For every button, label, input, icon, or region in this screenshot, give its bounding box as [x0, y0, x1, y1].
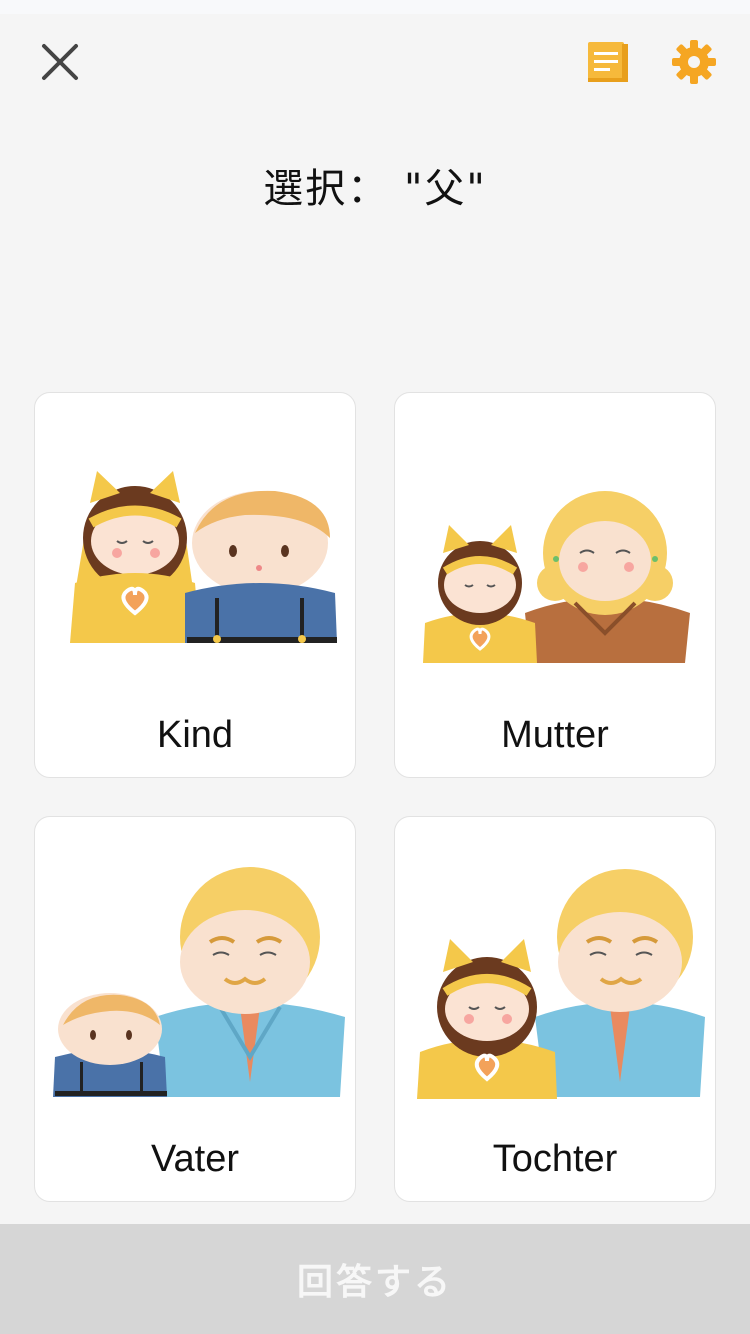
girl-and-father-illustration: [417, 869, 705, 1099]
answer-button[interactable]: 回答する: [0, 1224, 750, 1334]
gear-icon: [672, 40, 716, 84]
close-button[interactable]: [34, 36, 86, 88]
option-card-tochter[interactable]: Tochter: [394, 816, 716, 1202]
option-card-mutter[interactable]: Mutter: [394, 392, 716, 778]
status-bar: [0, 0, 750, 14]
option-card-vater[interactable]: Vater: [34, 816, 356, 1202]
child-and-boy-illustration: [70, 471, 337, 643]
settings-button[interactable]: [668, 36, 720, 88]
option-label-vater: Vater: [150, 1138, 239, 1180]
question-prompt: 選択： "父": [263, 166, 487, 212]
notes-icon: [588, 42, 628, 82]
option-label-tochter: Tochter: [492, 1138, 618, 1180]
option-label-kind: Kind: [156, 714, 234, 756]
option-card-kind[interactable]: Kind: [34, 392, 356, 778]
top-bar: [0, 14, 750, 110]
boy-and-father-illustration: [53, 867, 345, 1097]
girl-and-mother-illustration: [423, 491, 690, 663]
notes-button[interactable]: [582, 36, 634, 88]
option-label-mutter: Mutter: [501, 714, 609, 756]
close-icon: [42, 44, 78, 80]
